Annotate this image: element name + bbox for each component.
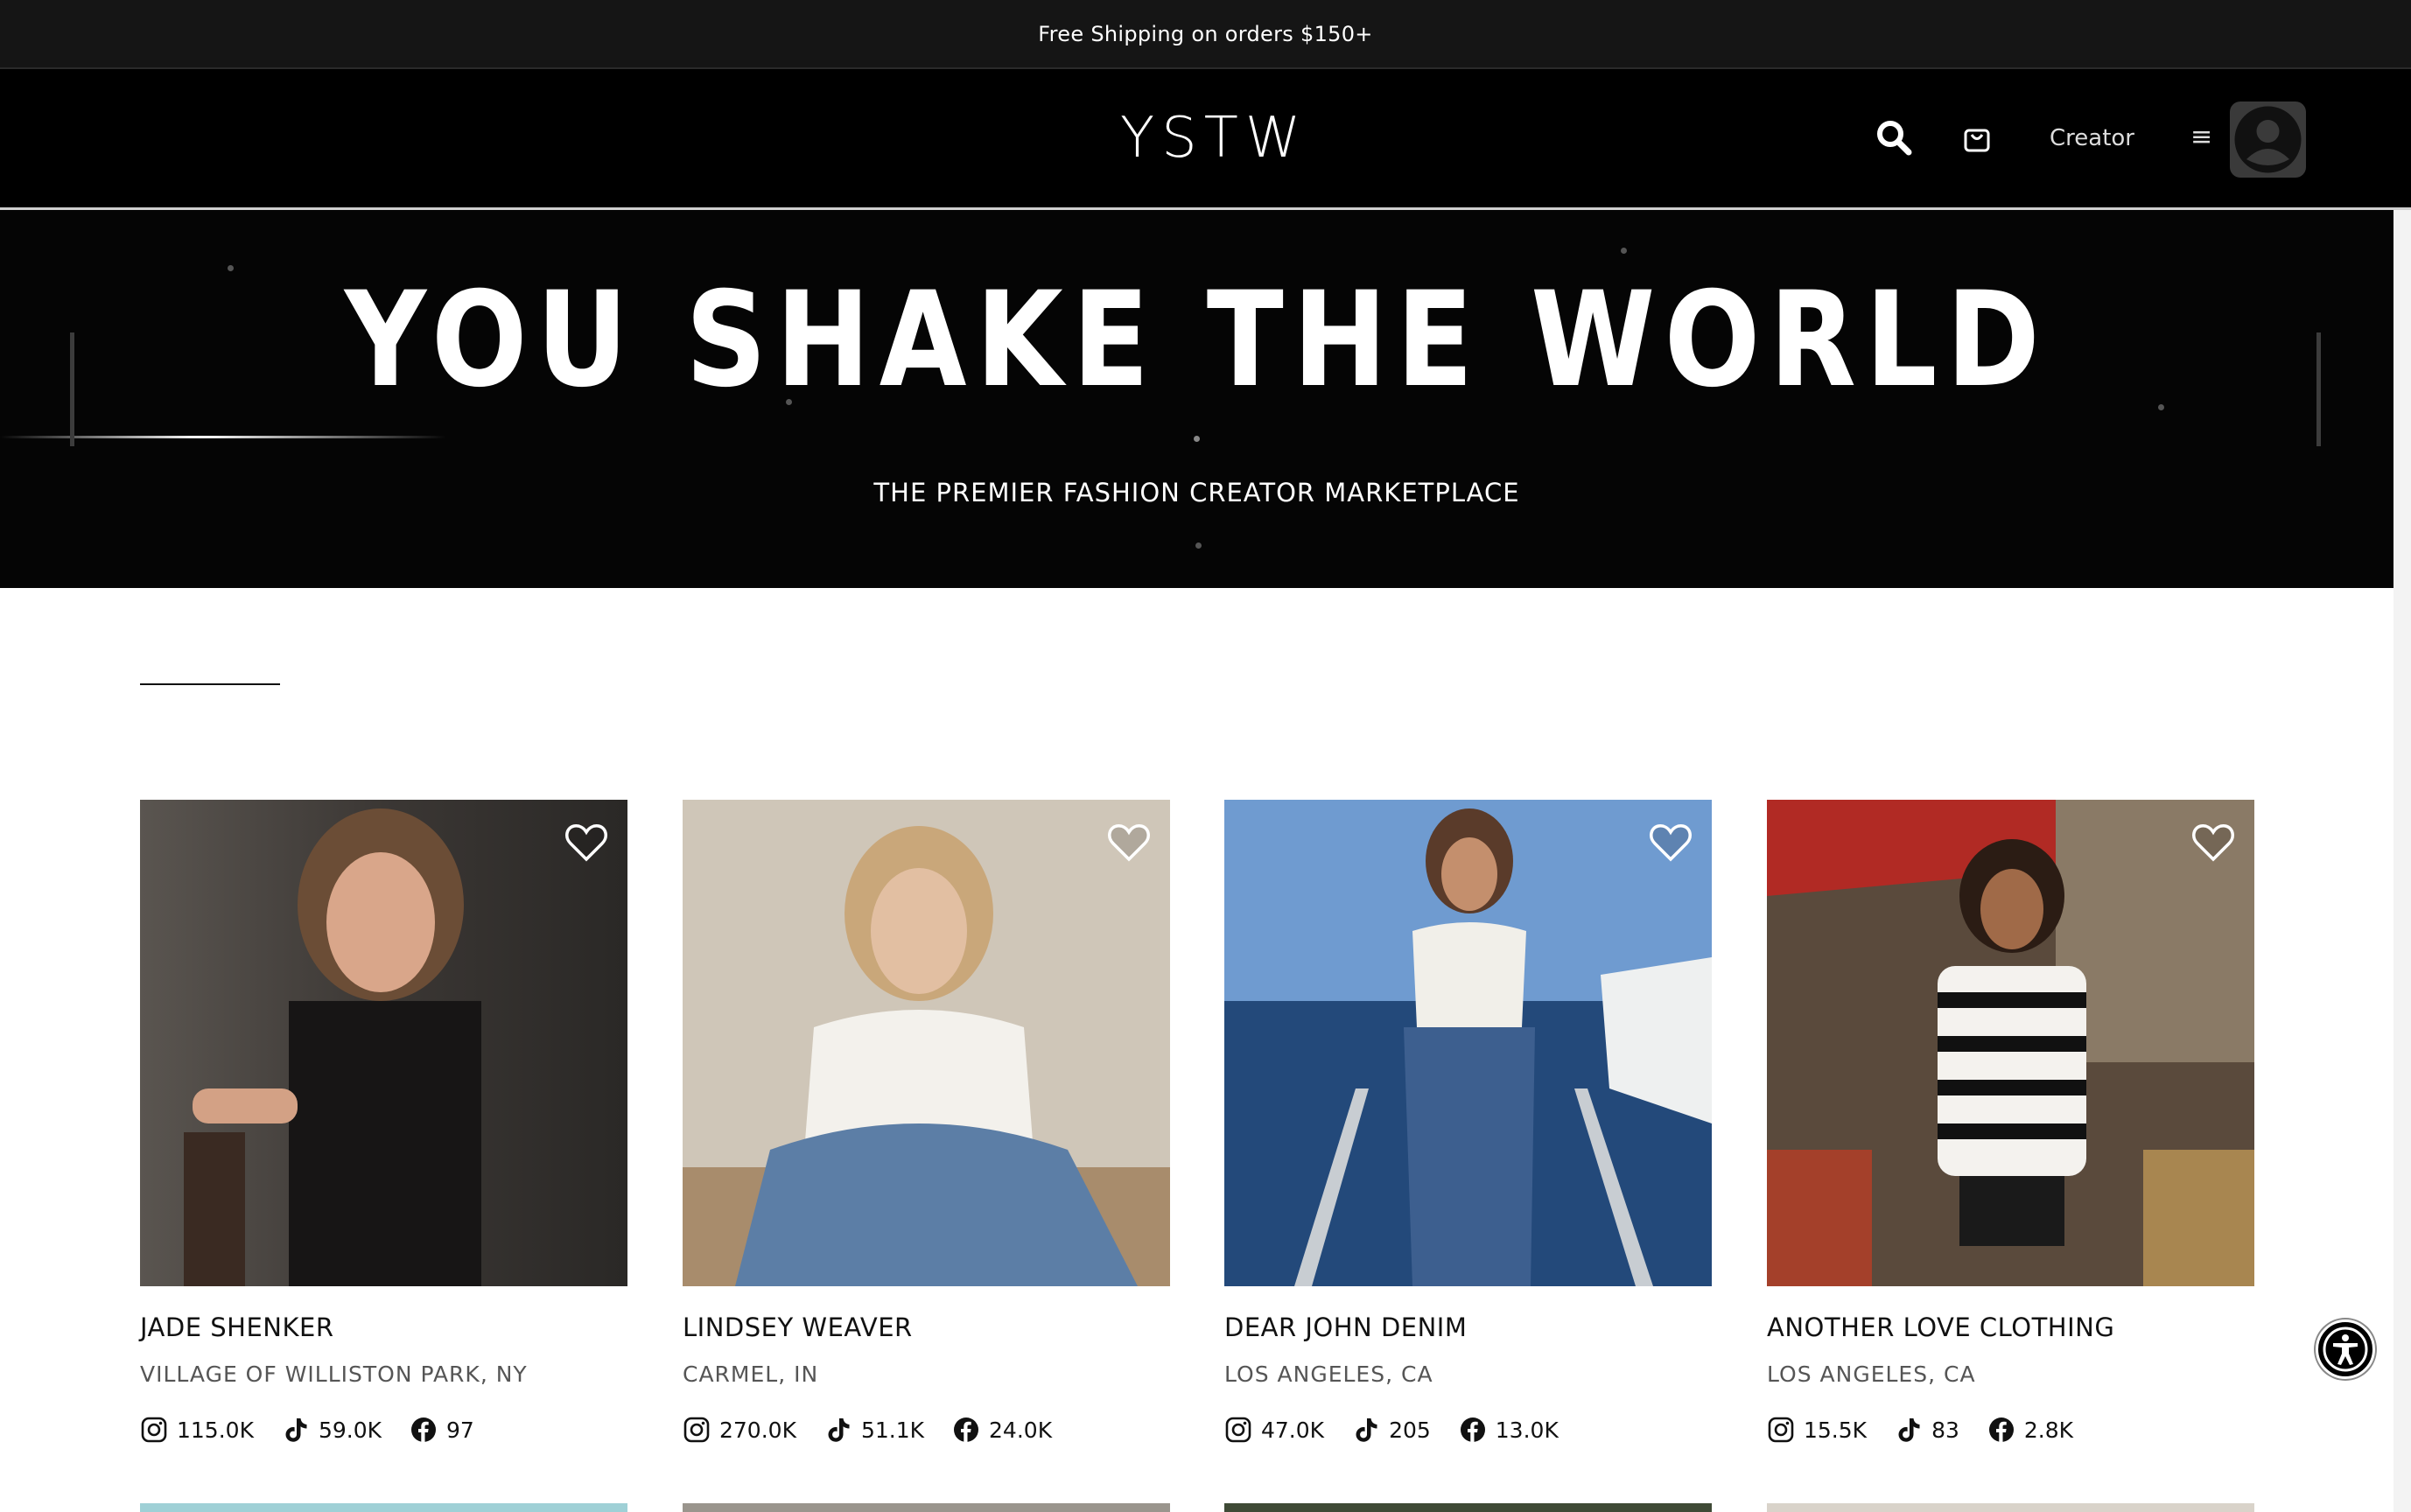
favorite-heart-icon[interactable]	[2191, 822, 2235, 863]
facebook-stat[interactable]: 97	[410, 1416, 474, 1444]
announcement-text: Free Shipping on orders $150+	[1038, 21, 1373, 46]
accessibility-icon[interactable]	[2316, 1320, 2375, 1379]
facebook-icon	[954, 1418, 979, 1442]
shopping-bag-icon[interactable]	[1963, 123, 1991, 153]
tiktok-icon	[1356, 1418, 1377, 1442]
social-stats: 270.0K 51.1K 24.0K	[683, 1416, 1080, 1444]
creator-location: LOS ANGELES, CA	[1767, 1362, 1976, 1387]
creator-photo-partial[interactable]	[140, 1503, 627, 1512]
creator-location: CARMEL, IN	[683, 1362, 819, 1387]
creator-name[interactable]: JADE SHENKER	[140, 1312, 333, 1342]
creator-photo[interactable]	[1767, 800, 2254, 1286]
facebook-count: 13.0K	[1495, 1417, 1559, 1443]
facebook-count: 97	[446, 1417, 474, 1443]
tiktok-stat[interactable]: 51.1K	[824, 1416, 924, 1444]
creator-card[interactable]: LINDSEY WEAVER CARMEL, IN 270.0K 51.1K 2…	[683, 800, 1170, 1443]
hero-subtitle: THE PREMIER FASHION CREATOR MARKETPLACE	[873, 478, 1520, 508]
tiktok-count: 59.0K	[318, 1417, 382, 1443]
instagram-count: 15.5K	[1804, 1417, 1868, 1443]
instagram-stat[interactable]: 47.0K	[1224, 1416, 1324, 1444]
creator-card[interactable]: ANOTHER LOVE CLOTHING LOS ANGELES, CA 15…	[1767, 800, 2254, 1443]
facebook-icon	[1988, 1418, 2014, 1442]
creator-name[interactable]: LINDSEY WEAVER	[683, 1312, 913, 1342]
creator-photo[interactable]	[683, 800, 1170, 1286]
hero-light-streak	[0, 436, 446, 438]
creator-location: VILLAGE OF WILLISTON PARK, NY	[140, 1362, 528, 1387]
favorite-heart-icon[interactable]	[564, 822, 608, 863]
social-stats: 15.5K 83 2.8K	[1767, 1416, 2101, 1444]
facebook-stat[interactable]: 2.8K	[1987, 1416, 2073, 1444]
instagram-icon	[1768, 1417, 1794, 1443]
hero-banner: YOU SHAKE THE WORLD THE PREMIER FASHION …	[0, 210, 2393, 588]
tiktok-count: 83	[1931, 1417, 1959, 1443]
tiktok-count: 51.1K	[860, 1417, 925, 1443]
site-logo[interactable]: YSTW	[1120, 106, 1307, 171]
creator-name[interactable]: DEAR JOHN DENIM	[1224, 1312, 1467, 1342]
instagram-stat[interactable]: 115.0K	[140, 1416, 254, 1444]
instagram-icon	[1225, 1417, 1251, 1443]
instagram-icon	[141, 1417, 167, 1443]
instagram-count: 115.0K	[177, 1417, 254, 1443]
tiktok-stat[interactable]: 205	[1352, 1416, 1431, 1444]
tiktok-count: 205	[1389, 1417, 1431, 1443]
facebook-stat[interactable]: 13.0K	[1459, 1416, 1559, 1444]
creator-card[interactable]: JADE SHENKER VILLAGE OF WILLISTON PARK, …	[140, 800, 627, 1443]
creator-photo[interactable]	[140, 800, 627, 1286]
creator-name[interactable]: ANOTHER LOVE CLOTHING	[1767, 1312, 2114, 1342]
creator-card[interactable]: DEAR JOHN DENIM LOS ANGELES, CA 47.0K 20…	[1224, 800, 1712, 1443]
instagram-icon	[683, 1417, 710, 1443]
social-stats: 47.0K 205 13.0K	[1224, 1416, 1587, 1444]
site-header: YSTW Creator ≡	[0, 69, 2411, 210]
section-divider	[140, 683, 280, 685]
instagram-count: 270.0K	[719, 1417, 796, 1443]
star-dot	[1195, 542, 1202, 549]
user-avatar-icon[interactable]	[2230, 102, 2306, 178]
instagram-count: 47.0K	[1261, 1417, 1325, 1443]
facebook-icon	[1460, 1418, 1485, 1442]
creator-photo-partial[interactable]	[1767, 1503, 2254, 1512]
creator-link[interactable]: Creator	[2050, 125, 2134, 151]
menu-icon[interactable]: ≡	[2190, 122, 2212, 152]
tiktok-icon	[828, 1418, 850, 1442]
facebook-icon	[411, 1418, 437, 1442]
instagram-stat[interactable]: 15.5K	[1767, 1416, 1867, 1444]
creator-photo-partial[interactable]	[1224, 1503, 1712, 1512]
tiktok-icon	[1898, 1418, 1920, 1442]
facebook-stat[interactable]: 24.0K	[952, 1416, 1052, 1444]
facebook-count: 24.0K	[989, 1417, 1053, 1443]
creator-photo-partial[interactable]	[683, 1503, 1170, 1512]
favorite-heart-icon[interactable]	[1649, 822, 1693, 863]
star-dot	[1194, 436, 1200, 442]
star-dot	[1621, 248, 1627, 254]
carousel-next-bar[interactable]	[2316, 332, 2321, 446]
tiktok-stat[interactable]: 59.0K	[282, 1416, 382, 1444]
tiktok-icon	[285, 1418, 307, 1442]
search-icon[interactable]	[1875, 119, 1912, 156]
creator-photo[interactable]	[1224, 800, 1712, 1286]
facebook-count: 2.8K	[2023, 1417, 2074, 1443]
announcement-bar: Free Shipping on orders $150+	[0, 0, 2411, 69]
hero-title: YOU SHAKE THE WORLD	[344, 264, 2050, 416]
social-stats: 115.0K 59.0K 97	[140, 1416, 502, 1444]
favorite-heart-icon[interactable]	[1107, 822, 1151, 863]
tiktok-stat[interactable]: 83	[1895, 1416, 1959, 1444]
creator-location: LOS ANGELES, CA	[1224, 1362, 1433, 1387]
carousel-prev-bar[interactable]	[70, 332, 74, 446]
instagram-stat[interactable]: 270.0K	[683, 1416, 796, 1444]
scrollbar[interactable]	[2393, 210, 2411, 1512]
